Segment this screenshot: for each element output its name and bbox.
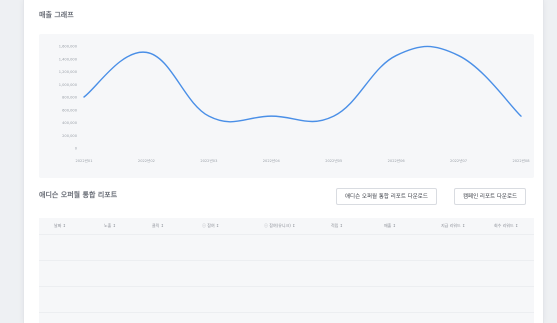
x-tick-label: 2022년06 bbox=[388, 158, 406, 163]
x-tick-label: 2022년05 bbox=[325, 158, 342, 163]
column-header[interactable]: 클릭 ↕ bbox=[152, 223, 164, 229]
y-tick-label: 600,000 bbox=[62, 108, 78, 112]
y-tick-label: 1,600,000 bbox=[59, 45, 78, 49]
data-point[interactable] bbox=[268, 113, 274, 119]
row-divider bbox=[39, 312, 534, 313]
y-tick-label: 1,400,000 bbox=[59, 57, 78, 61]
header-divider bbox=[39, 234, 534, 235]
x-tick-label: 2022년07 bbox=[450, 158, 467, 163]
download-integrated-report-button[interactable]: 애디슨 오퍼월 통합 리포트 다운로드 bbox=[336, 188, 437, 205]
y-tick-label: 0 bbox=[75, 147, 78, 151]
sales-graph-title: 매출 그래프 bbox=[39, 11, 74, 19]
x-tick-label: 2022년08 bbox=[512, 158, 530, 163]
y-tick-label: 800,000 bbox=[62, 96, 78, 100]
y-tick-label: 1,000,000 bbox=[59, 83, 78, 87]
column-header[interactable]: ⓘ 참여(유니크) ↕ bbox=[264, 223, 295, 229]
x-tick-label: 2022년02 bbox=[138, 158, 155, 163]
sales-line-chart: 1,600,000 1,400,000 1,200,000 1,000,000 800,… bbox=[39, 34, 534, 178]
report-table: 날짜 ↕ 노출 ↕ 클릭 ↕ ⓘ 참여 ↕ ⓘ 참여(유니크) ↕ 적립 ↕ 매출 ↕ 지급 … bbox=[39, 218, 534, 323]
x-tick-label: 2022년04 bbox=[263, 158, 281, 163]
data-point[interactable] bbox=[518, 113, 524, 119]
y-tick-label: 400,000 bbox=[62, 121, 78, 125]
data-point[interactable] bbox=[81, 94, 87, 100]
data-point[interactable] bbox=[331, 113, 337, 119]
column-header[interactable]: 회수 리워드 ↕ bbox=[494, 223, 518, 229]
x-tick-label: 2022년03 bbox=[200, 158, 217, 163]
download-campaign-report-button[interactable]: 캠페인 리포트 다운로드 bbox=[454, 188, 527, 205]
column-header[interactable]: 매출 ↕ bbox=[384, 223, 396, 229]
column-header[interactable]: 노출 ↕ bbox=[104, 223, 116, 229]
data-point[interactable] bbox=[456, 53, 462, 59]
table-header: 날짜 ↕ 노출 ↕ 클릭 ↕ ⓘ 참여 ↕ ⓘ 참여(유니크) ↕ 적립 ↕ 매출 ↕ 지급 … bbox=[39, 218, 534, 234]
column-header[interactable]: 날짜 ↕ bbox=[54, 223, 66, 229]
sales-series-line bbox=[83, 45, 522, 123]
report-title: 애디슨 오퍼월 통합 리포트 bbox=[39, 191, 118, 199]
x-tick-label: 2022년01 bbox=[75, 158, 92, 163]
y-tick-label: 200,000 bbox=[62, 134, 78, 138]
column-header[interactable]: 지급 리워드 ↕ bbox=[441, 223, 465, 229]
chart-svg: 1,600,000 1,400,000 1,200,000 1,000,000 800,… bbox=[59, 45, 531, 164]
row-divider bbox=[39, 260, 534, 261]
data-point[interactable] bbox=[143, 49, 149, 55]
dashboard-card: 매출 그래프 1,600,000 1,400,000 1,200,000 1,000,… bbox=[23, 0, 544, 323]
data-point[interactable] bbox=[393, 53, 399, 59]
column-header[interactable]: ⓘ 참여 ↕ bbox=[202, 223, 219, 229]
data-point[interactable] bbox=[206, 113, 212, 119]
column-header[interactable]: 적립 ↕ bbox=[331, 223, 343, 229]
row-divider bbox=[39, 286, 534, 287]
y-tick-label: 1,200,000 bbox=[59, 70, 78, 74]
